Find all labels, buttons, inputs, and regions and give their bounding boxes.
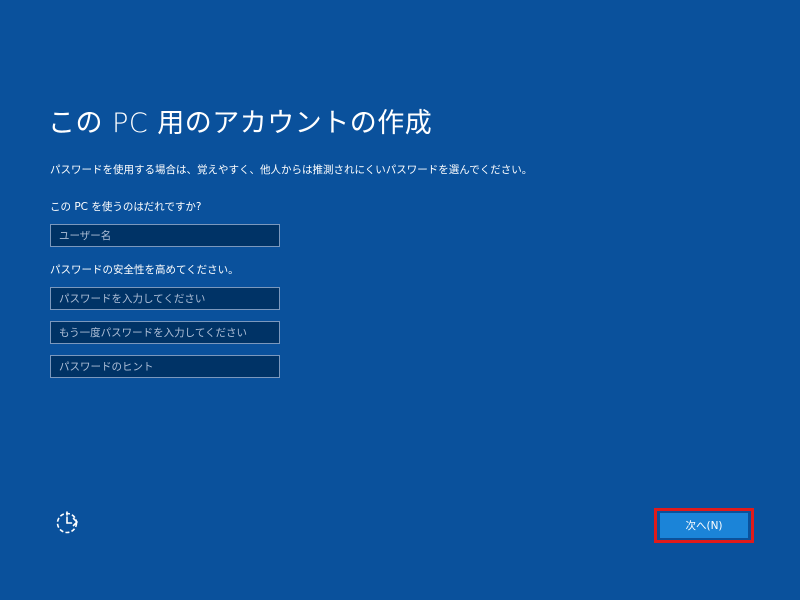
password-hint-input[interactable] bbox=[50, 355, 280, 378]
password-input[interactable] bbox=[50, 287, 280, 310]
ease-of-access-icon bbox=[56, 511, 78, 534]
password-section-label: パスワードの安全性を高めてください。 bbox=[50, 264, 239, 276]
next-button[interactable]: 次へ(N) bbox=[660, 513, 748, 538]
username-input[interactable] bbox=[50, 224, 280, 247]
page-title: この PC 用のアカウントの作成 bbox=[48, 108, 433, 139]
user-section-label: この PC を使うのはだれですか? bbox=[50, 201, 202, 213]
ease-of-access-button[interactable] bbox=[52, 508, 82, 538]
page-description: パスワードを使用する場合は、覚えやすく、他人からは推測されにくいパスワードを選ん… bbox=[50, 164, 533, 176]
password-confirm-input[interactable] bbox=[50, 321, 280, 344]
